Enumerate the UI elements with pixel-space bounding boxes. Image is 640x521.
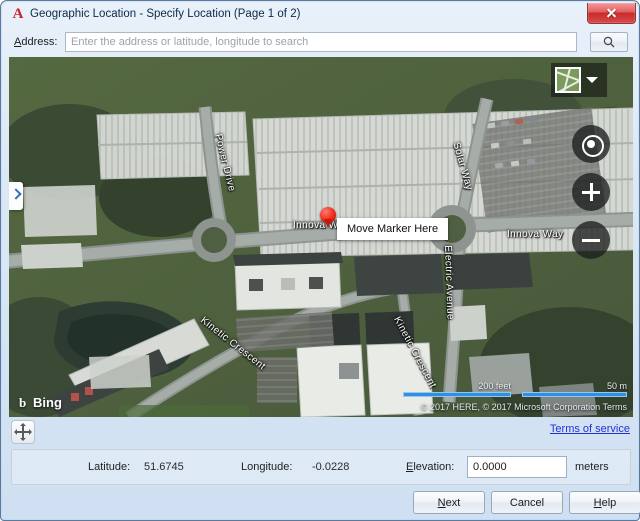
chevron-down-icon	[586, 77, 598, 83]
map-type-selector[interactable]	[551, 63, 607, 97]
map-viewport[interactable]: Power Drive Innova Way Innova Way Solar …	[9, 57, 633, 417]
satellite-imagery	[9, 57, 633, 417]
terms-of-service-link[interactable]: Terms of service	[550, 423, 630, 435]
coordinates-group: Latitude: 51.6745 Longitude: -0.0228 Ele…	[11, 449, 631, 485]
address-label-rest: ddress:	[21, 36, 58, 48]
panel-expand-button[interactable]	[9, 182, 23, 210]
elevation-label: Elevation:	[406, 461, 454, 473]
title-bar: A Geographic Location - Specify Location…	[1, 1, 640, 28]
crosshair-arrow-down-icon	[20, 438, 26, 441]
close-button[interactable]	[587, 3, 636, 24]
zoom-out-button[interactable]	[572, 221, 610, 259]
latitude-value: 51.6745	[144, 461, 184, 473]
cancel-button[interactable]: Cancel	[491, 491, 563, 514]
latitude-label: Latitude:	[88, 461, 131, 473]
elevation-label-rest: levation:	[413, 461, 455, 473]
map-footer-bar: Terms of service	[9, 419, 633, 445]
minus-icon	[582, 238, 600, 242]
crosshair-vertical-icon	[22, 425, 24, 439]
move-marker-tooltip[interactable]: Move Marker Here	[337, 218, 449, 240]
zoom-in-button[interactable]	[572, 173, 610, 211]
elevation-unit-label: meters	[575, 461, 609, 473]
autocad-app-icon: A	[12, 6, 24, 22]
map-thumbnail-icon	[555, 67, 581, 93]
pan-crosshair-button[interactable]	[11, 420, 35, 444]
next-button[interactable]: Next	[413, 491, 485, 514]
plus-icon-vertical	[589, 183, 593, 201]
help-button-rest: elp	[601, 496, 617, 509]
window-title: Geographic Location - Specify Location (…	[30, 8, 301, 20]
search-icon	[603, 36, 615, 48]
location-marker[interactable]	[320, 207, 336, 229]
marker-tip-icon	[324, 219, 332, 228]
search-button[interactable]	[590, 32, 628, 52]
longitude-value: -0.0228	[312, 461, 350, 473]
address-bar: Address:	[1, 29, 640, 57]
address-label: Address:	[14, 36, 57, 48]
crosshair-arrow-left-icon	[14, 429, 17, 435]
longitude-label: Longitude:	[241, 461, 293, 473]
next-button-mnemonic: N	[437, 496, 446, 509]
next-button-rest: ext	[445, 496, 461, 509]
elevation-input[interactable]	[467, 456, 567, 478]
crosshair-arrow-right-icon	[29, 429, 32, 435]
help-button-mnemonic: H	[593, 496, 602, 509]
help-button[interactable]: Help	[569, 491, 640, 514]
target-dot-icon	[587, 140, 595, 148]
search-input[interactable]	[65, 32, 577, 52]
dialog-window: A Geographic Location - Specify Location…	[0, 0, 640, 521]
locate-button[interactable]	[572, 125, 610, 163]
chevron-right-icon	[10, 188, 22, 200]
crosshair-arrow-up-icon	[20, 423, 26, 426]
